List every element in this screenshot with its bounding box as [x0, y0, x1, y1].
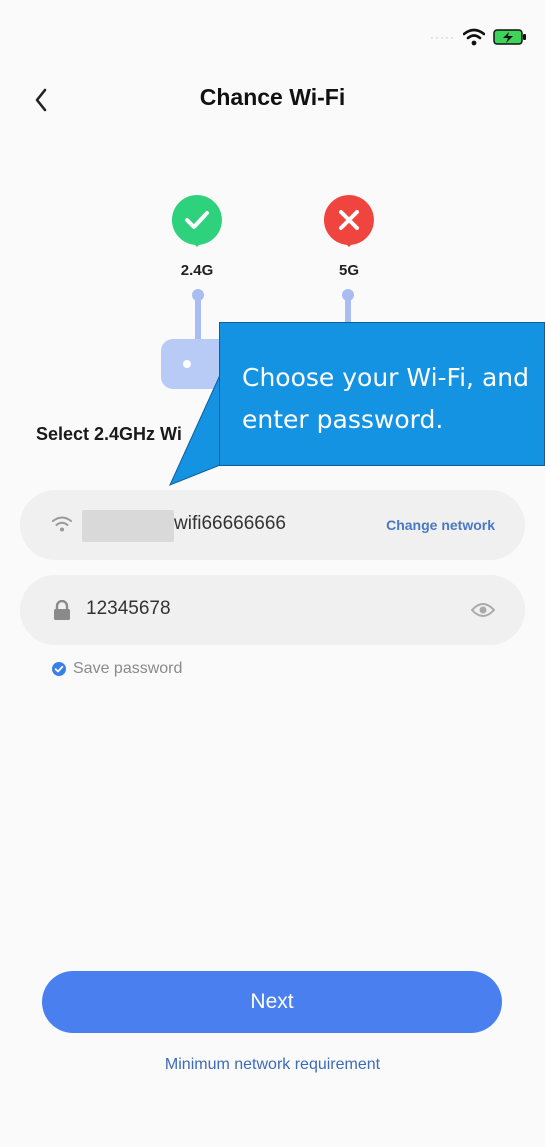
- ssid-text: wifi66666666: [174, 513, 286, 534]
- next-button[interactable]: Next: [42, 971, 502, 1033]
- wifi-icon: [52, 516, 72, 532]
- tooltip-callout: Choose your Wi-Fi, and enter password.: [219, 322, 545, 466]
- password-input[interactable]: 12345678: [86, 598, 171, 620]
- minimum-requirement-link[interactable]: Minimum network requirement: [0, 1056, 545, 1074]
- show-password-eye-icon[interactable]: [471, 602, 495, 618]
- band-label-5: 5G: [338, 262, 359, 279]
- tooltip-text: Choose your Wi-Fi, and enter password.: [242, 363, 529, 434]
- save-password-checkbox[interactable]: Save password: [52, 660, 182, 678]
- section-label: Select 2.4GHz Wi: [36, 424, 182, 444]
- page-title: Chance Wi-Fi: [199, 84, 346, 110]
- password-field[interactable]: 12345678: [20, 575, 525, 645]
- status-bar: ·····: [430, 22, 527, 52]
- save-password-label: Save password: [73, 660, 183, 677]
- ssid-redaction: [82, 510, 174, 542]
- wifi-network-field[interactable]: wifi66666666 Change network: [20, 490, 525, 560]
- band-label-24: 2.4G: [180, 262, 214, 279]
- wifi-status-icon: [463, 28, 485, 46]
- check-badge-icon: [171, 195, 222, 247]
- cellular-signal-icon: ·····: [430, 30, 455, 44]
- battery-charging-icon: [493, 29, 526, 45]
- change-network-link[interactable]: Change network: [386, 517, 495, 533]
- lock-icon: [54, 600, 70, 620]
- error-badge-icon: [323, 195, 374, 247]
- checkbox-checked-icon: [52, 662, 66, 676]
